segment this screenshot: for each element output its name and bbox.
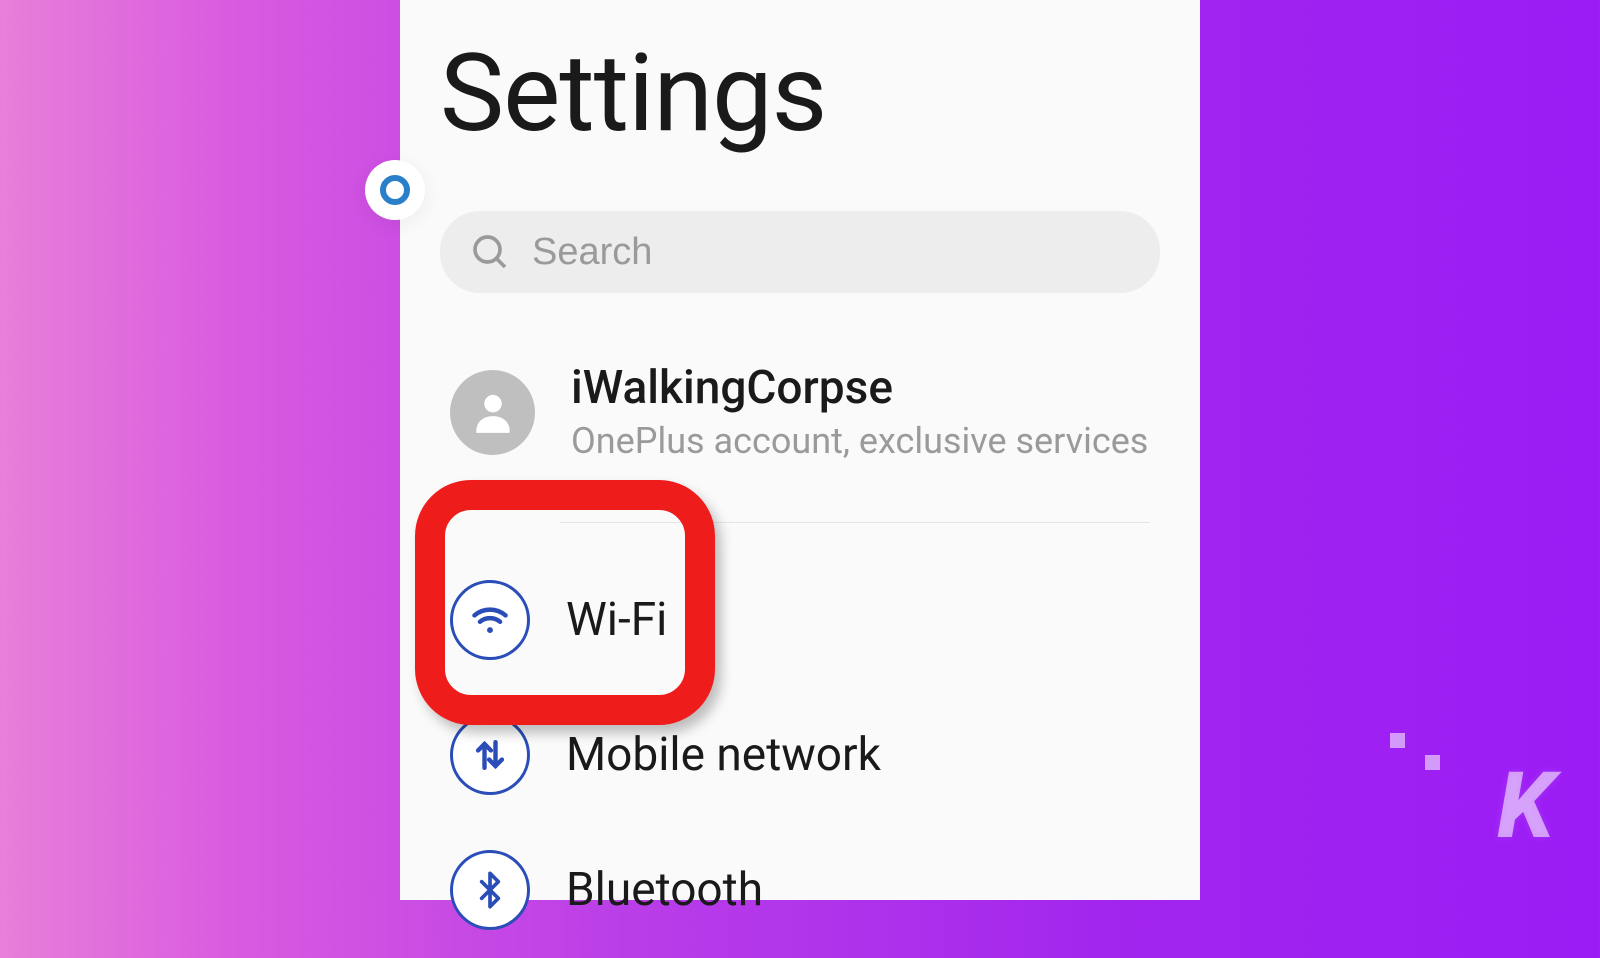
settings-item-label: Mobile network (566, 728, 881, 782)
account-name: iWalkingCorpse (571, 363, 1148, 414)
settings-panel: Settings iWalkingCorpse OnePlus account,… (400, 0, 1200, 900)
settings-item-label: Bluetooth (566, 863, 763, 917)
settings-item-label: Wi-Fi (566, 593, 667, 647)
settings-item-mobile-network[interactable]: Mobile network (400, 688, 1200, 823)
bluetooth-icon (450, 850, 530, 930)
settings-item-wifi[interactable]: Wi-Fi (400, 553, 1200, 688)
search-icon (470, 232, 510, 272)
search-input[interactable] (532, 231, 1130, 274)
assistive-bubble-icon (380, 175, 410, 205)
watermark-logo: K (1497, 753, 1550, 860)
search-bar[interactable] (440, 211, 1160, 293)
account-subtitle: OnePlus account, exclusive services (571, 422, 1148, 462)
mobile-network-icon (450, 715, 530, 795)
account-row[interactable]: iWalkingCorpse OnePlus account, exclusiv… (400, 293, 1200, 461)
wifi-icon (450, 580, 530, 660)
watermark-dots (1390, 733, 1440, 770)
account-text-block: iWalkingCorpse OnePlus account, exclusiv… (571, 363, 1148, 461)
settings-item-bluetooth[interactable]: Bluetooth (400, 823, 1200, 958)
avatar (450, 370, 535, 455)
person-icon (468, 387, 518, 437)
page-title: Settings (400, 0, 1200, 151)
section-divider (560, 522, 1150, 523)
assistive-bubble[interactable] (365, 160, 425, 220)
